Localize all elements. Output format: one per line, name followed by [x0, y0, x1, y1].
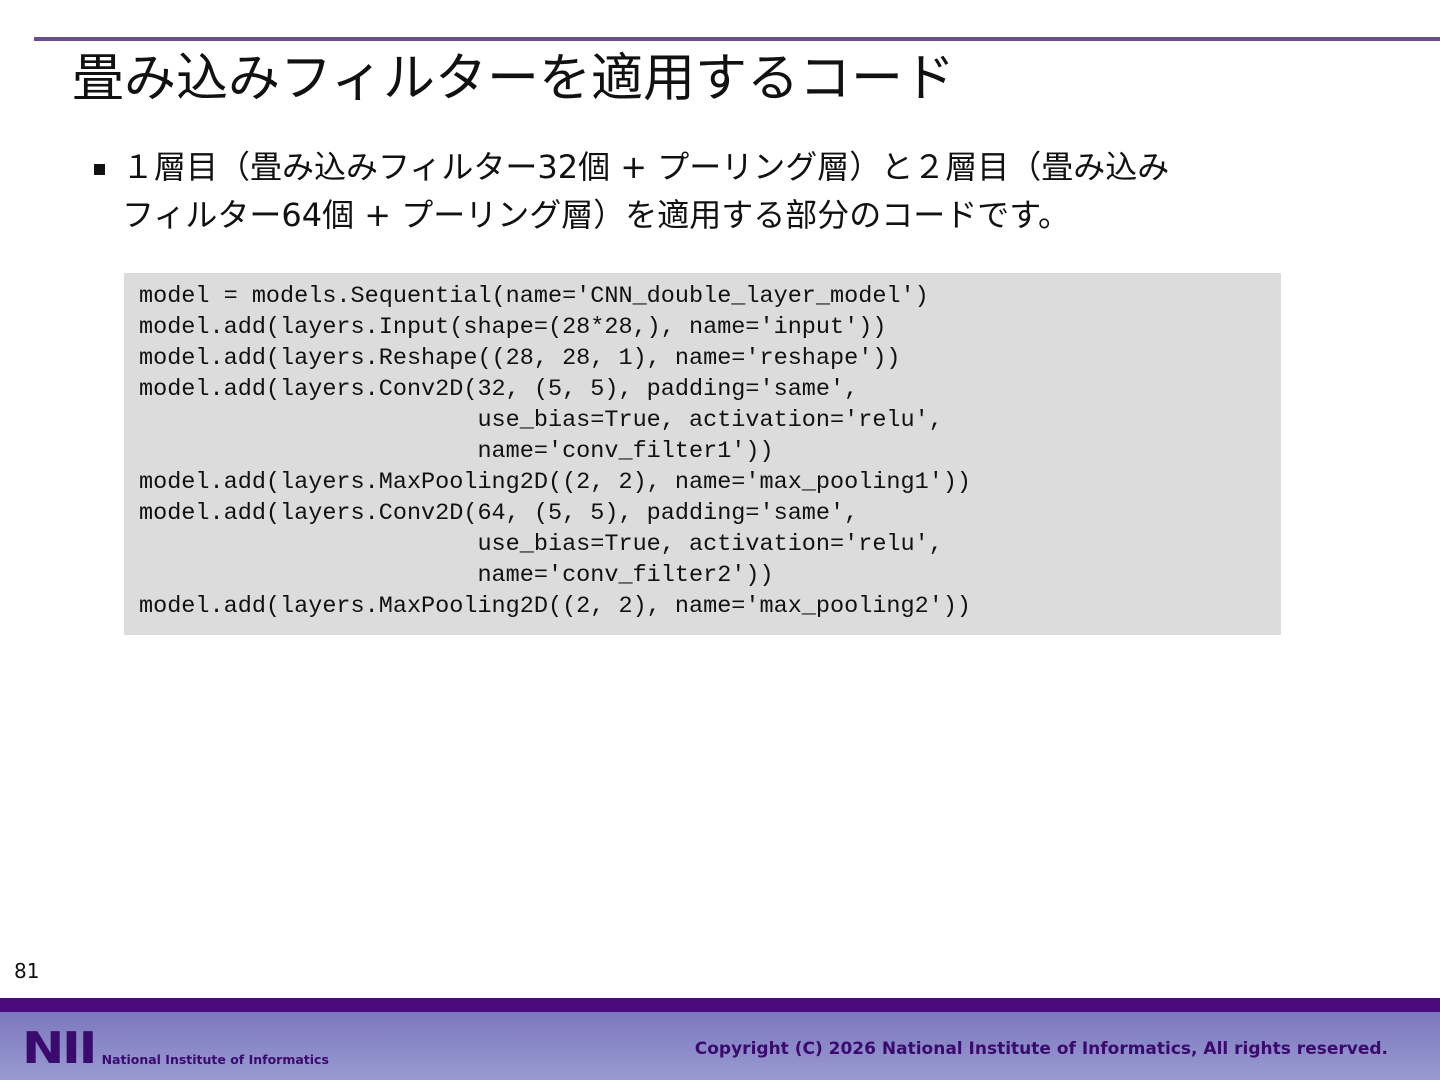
logo-text: National Institute of Informatics — [101, 1052, 329, 1067]
square-bullet-icon — [94, 164, 105, 175]
footer-top-bar — [0, 998, 1440, 1012]
bullet-line-1: １層目（畳み込みフィルター32個 + プーリング層）と２層目（畳み込み — [122, 148, 1170, 186]
page-number: 81 — [14, 959, 40, 983]
slide-title: 畳み込みフィルターを適用するコード — [72, 49, 955, 109]
bullet-line-2: フィルター64個 + プーリング層）を適用する部分のコードです。 — [122, 196, 1071, 234]
code-block: model = models.Sequential(name='CNN_doub… — [124, 273, 1281, 635]
bullet-text: １層目（畳み込みフィルター32個 + プーリング層）と２層目（畳み込み フィルタ… — [122, 143, 1169, 239]
logo-mark: NII — [22, 1023, 97, 1074]
copyright-notice: Copyright (C) 2026 National Institute of… — [694, 1039, 1388, 1059]
bullet-item: １層目（畳み込みフィルター32個 + プーリング層）と２層目（畳み込み フィルタ… — [94, 143, 1334, 239]
title-underline — [34, 37, 1440, 41]
footer: NII National Institute of Informatics Co… — [0, 1012, 1440, 1080]
nii-logo: NII National Institute of Informatics — [22, 1023, 329, 1074]
code-text: model = models.Sequential(name='CNN_doub… — [139, 283, 972, 620]
